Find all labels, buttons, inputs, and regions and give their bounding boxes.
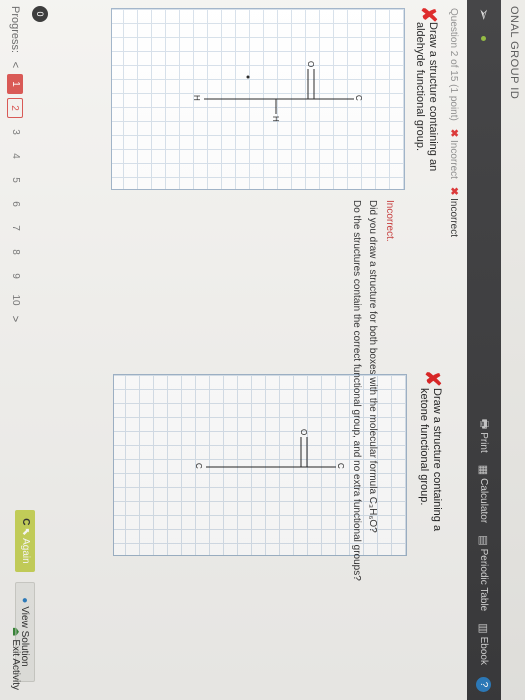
calculator-label: Calculator: [478, 478, 489, 524]
feedback-panel: Incorrect. Did you draw a structure for …: [346, 200, 395, 581]
incorrect-icon: ✖: [448, 128, 459, 138]
incorrect-mark-icon: ✘: [421, 370, 443, 387]
aldehyde-prompt: Draw a structure containing an aldehyde …: [413, 22, 439, 171]
progress-badge: 0: [32, 6, 48, 22]
previous-attempt-status: ✖ Incorrect: [448, 129, 459, 179]
calculator-icon: ▦: [477, 464, 489, 476]
current-attempt-label: Incorrect: [448, 198, 459, 238]
page-button[interactable]: 2: [7, 98, 23, 118]
ketone-prompt: Draw a structure containing a ketone fun…: [417, 388, 443, 531]
page-button[interactable]: 8: [7, 242, 23, 262]
ketone-prompt-line: Draw a structure containing a: [431, 388, 443, 532]
aldehyde-prompt-line: Draw a structure containing an: [427, 22, 439, 172]
periodic-table-button[interactable]: ▤ Periodic Table: [477, 535, 490, 611]
print-button[interactable]: 🖶 Print: [474, 419, 493, 453]
tool-list: 🖶 Print ▦ Calculator ▤ Periodic Table ▥ Eboo…: [474, 419, 493, 692]
ebook-label: Ebook: [478, 636, 489, 665]
current-attempt-status: ✖ Incorrect: [448, 187, 459, 237]
periodic-table-icon: ▤: [477, 535, 489, 546]
previous-attempt-label: Incorrect: [448, 140, 459, 179]
incorrect-icon: ✖: [448, 186, 459, 196]
next-page-button[interactable]: >: [9, 314, 21, 324]
logo-icon: ➢: [475, 8, 492, 21]
atom-label: H: [192, 95, 201, 101]
print-label: Print: [478, 432, 489, 453]
feedback-line: Did you draw a structure for both boxes …: [367, 200, 378, 533]
top-toolbar: ➢ 🖶 Print ▦ Calculator ▤ Periodic Table ▥ Eb…: [467, 0, 501, 700]
atom-label: O: [299, 429, 308, 435]
title-bar: ONAL GROUP ID: [501, 0, 525, 700]
page-button[interactable]: 9: [7, 266, 23, 286]
atom-label: C: [336, 463, 345, 469]
ebook-icon: ▥: [477, 623, 489, 634]
print-icon: 🖶: [478, 418, 490, 430]
page-button[interactable]: 3: [7, 122, 23, 142]
feedback-heading: Incorrect.: [384, 200, 395, 242]
page-list: < 1 2 3 4 5 6 7 8 9 10 >: [7, 60, 23, 324]
ebook-button[interactable]: ▥ Ebook: [477, 623, 490, 665]
aldehyde-prompt-line: aldehyde functional group.: [414, 22, 426, 152]
page-button[interactable]: 4: [7, 146, 23, 166]
atom-label: C: [354, 95, 363, 101]
feedback-line: Do the structures contain the correct fu…: [351, 200, 362, 581]
exit-activity-button[interactable]: ⏏ Exit Activity: [10, 627, 21, 690]
page-button[interactable]: 10: [7, 290, 23, 310]
aldehyde-drawing-canvas[interactable]: C O H H: [111, 8, 405, 190]
atom-label: H: [271, 116, 280, 122]
screen: ONAL GROUP ID ➢ 🖶 Print ▦ Calculator ▤ Peri…: [0, 0, 525, 700]
previous-page-button[interactable]: <: [9, 60, 21, 70]
atom-label: O: [306, 61, 315, 67]
aldehyde-structure: C O H H: [192, 61, 363, 122]
progress-label: Progress:: [9, 6, 21, 54]
question-number: Question 2 of 15 (1 point): [448, 8, 459, 121]
radical-dot: [246, 75, 250, 79]
ketone-prompt-line: ketone functional group.: [418, 388, 430, 506]
page-button[interactable]: 1: [7, 74, 23, 94]
incorrect-mark-icon: ✘: [417, 6, 439, 23]
help-button[interactable]: ?: [476, 677, 491, 692]
status-dot-icon: [481, 36, 486, 41]
page-button[interactable]: 6: [7, 194, 23, 214]
page-button[interactable]: 7: [7, 218, 23, 238]
progress-bar: Progress: < 1 2 3 4 5 6 7 8 9 10 > ⏏ Exit…: [0, 0, 29, 700]
page-button[interactable]: 5: [7, 170, 23, 190]
calculator-button[interactable]: ▦ Calculator: [477, 465, 490, 523]
exit-icon: ⏏: [10, 626, 21, 637]
question-info: Question 2 of 15 (1 point) ✖ Incorrect ✖…: [448, 8, 459, 237]
page-title: ONAL GROUP ID: [508, 6, 520, 100]
exit-activity-label: Exit Activity: [10, 639, 21, 690]
periodic-table-label: Periodic Table: [478, 548, 489, 612]
atom-label: C: [194, 463, 203, 469]
